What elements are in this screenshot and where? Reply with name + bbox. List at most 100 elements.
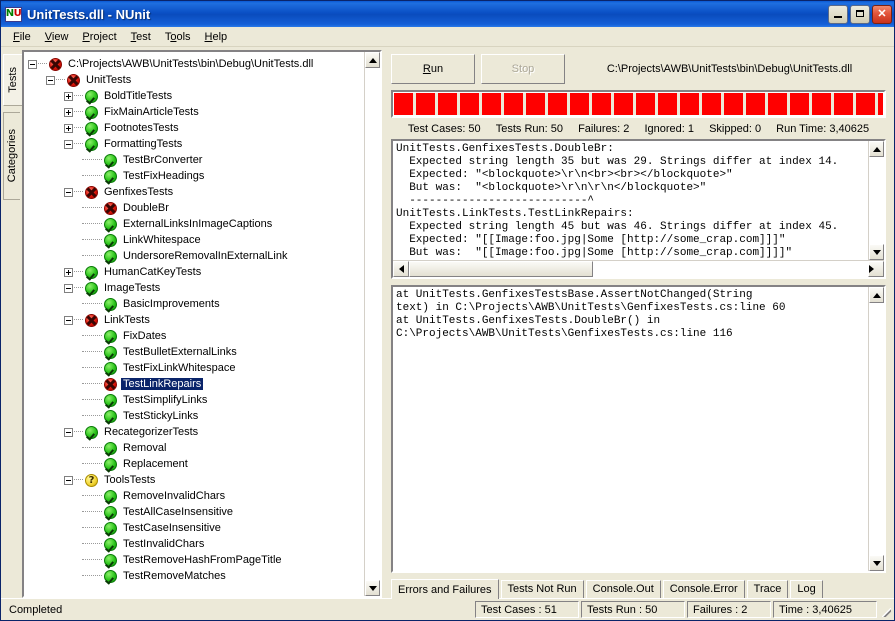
- test-tree[interactable]: C:\Projects\AWB\UnitTests\bin\Debug\Unit…: [24, 52, 364, 596]
- tree-node[interactable]: GenfixesTests: [28, 184, 364, 200]
- tree-node[interactable]: TestFixHeadings: [28, 168, 364, 184]
- maximize-button[interactable]: [850, 4, 870, 24]
- tree-node[interactable]: FixMainArticleTests: [28, 104, 364, 120]
- result-tab[interactable]: Console.Out: [585, 580, 661, 598]
- expand-icon[interactable]: [64, 267, 73, 277]
- close-button[interactable]: ✕: [872, 4, 892, 24]
- tree-node[interactable]: RemoveInvalidChars: [28, 488, 364, 504]
- menu-test[interactable]: Test: [124, 29, 158, 45]
- tree-node[interactable]: UndersoreRemovalInExternalLink: [28, 248, 364, 264]
- collapse-icon[interactable]: [64, 187, 73, 197]
- result-tab[interactable]: Tests Not Run: [500, 580, 584, 598]
- expand-icon[interactable]: [64, 123, 73, 133]
- tree-node[interactable]: TestRemoveHashFromPageTitle: [28, 552, 364, 568]
- tree-connector: [74, 95, 83, 97]
- expand-icon[interactable]: [64, 107, 73, 117]
- trace-scroll-up-button[interactable]: [869, 287, 884, 303]
- errors-scroll-right-button[interactable]: [868, 261, 884, 277]
- test-tree-panel[interactable]: C:\Projects\AWB\UnitTests\bin\Debug\Unit…: [22, 50, 382, 598]
- result-tab[interactable]: Console.Error: [662, 580, 745, 598]
- tree-node-label: TestFixHeadings: [123, 170, 205, 182]
- result-tab[interactable]: Trace: [746, 580, 789, 598]
- tree-node[interactable]: FixDates: [28, 328, 364, 344]
- tab-categories[interactable]: Categories: [3, 112, 20, 200]
- menu-view[interactable]: View: [38, 29, 76, 45]
- test-passed-icon: [104, 361, 117, 375]
- collapse-icon[interactable]: [64, 139, 73, 149]
- result-tab[interactable]: Errors and Failures: [391, 579, 499, 599]
- tree-node[interactable]: BoldTitleTests: [28, 88, 364, 104]
- tree-node[interactable]: UnitTests: [28, 72, 364, 88]
- tree-node[interactable]: C:\Projects\AWB\UnitTests\bin\Debug\Unit…: [28, 56, 364, 72]
- errors-horizontal-scrollbar[interactable]: [393, 260, 884, 277]
- trace-scroll-down-button[interactable]: [869, 555, 884, 571]
- errors-scroll-left-button[interactable]: [393, 261, 409, 277]
- tree-node[interactable]: TestFixLinkWhitespace: [28, 360, 364, 376]
- collapse-icon[interactable]: [64, 427, 73, 437]
- tree-node[interactable]: BasicImprovements: [28, 296, 364, 312]
- tree-node[interactable]: ? ToolsTests: [28, 472, 364, 488]
- tree-node[interactable]: ImageTests: [28, 280, 364, 296]
- tree-node[interactable]: TestRemoveMatches: [28, 568, 364, 584]
- tree-node[interactable]: FootnotesTests: [28, 120, 364, 136]
- errors-scroll-down-button[interactable]: [869, 244, 884, 260]
- stack-trace-panel[interactable]: at UnitTests.GenfixesTestsBase.AssertNot…: [391, 285, 886, 573]
- tree-node[interactable]: TestInvalidChars: [28, 536, 364, 552]
- tree-node[interactable]: HumanCatKeyTests: [28, 264, 364, 280]
- tree-node-label: TestBulletExternalLinks: [123, 346, 237, 358]
- errors-hscroll-track[interactable]: [409, 261, 868, 277]
- menu-file-label: ile: [19, 30, 31, 43]
- stat-tests-run: Tests Run: 50: [495, 123, 563, 135]
- errors-vertical-scrollbar[interactable]: [868, 141, 884, 260]
- tree-node[interactable]: LinkWhitespace: [28, 232, 364, 248]
- tree-node-label: FootnotesTests: [104, 122, 179, 134]
- tree-node[interactable]: TestAllCaseInsensitive: [28, 504, 364, 520]
- trace-vertical-scrollbar[interactable]: [868, 287, 884, 571]
- test-passed-icon: [104, 505, 117, 519]
- collapse-icon[interactable]: [64, 283, 73, 293]
- tree-connector: [82, 415, 102, 417]
- tree-connector: [82, 383, 102, 385]
- menu-file[interactable]: File: [6, 29, 38, 45]
- menu-tools[interactable]: Tools: [158, 29, 198, 45]
- tree-node[interactable]: FormattingTests: [28, 136, 364, 152]
- tree-connector: [82, 399, 102, 401]
- tree-connector: [82, 559, 102, 561]
- errors-scroll-up-button[interactable]: [869, 141, 884, 157]
- minimize-button[interactable]: [828, 4, 848, 24]
- resize-grip[interactable]: [877, 601, 892, 618]
- test-passed-icon: [104, 329, 117, 343]
- tree-node[interactable]: TestBrConverter: [28, 152, 364, 168]
- result-tab[interactable]: Log: [790, 580, 823, 598]
- errors-hscroll-thumb[interactable]: [409, 261, 593, 277]
- status-failures: Failures : 2: [687, 601, 771, 618]
- tree-node[interactable]: DoubleBr: [28, 200, 364, 216]
- tree-node[interactable]: TestSimplifyLinks: [28, 392, 364, 408]
- tree-node[interactable]: RecategorizerTests: [28, 424, 364, 440]
- result-tab-strip[interactable]: Errors and Failures Tests Not Run Console.…: [387, 576, 890, 599]
- tree-node[interactable]: TestBulletExternalLinks: [28, 344, 364, 360]
- tree-scroll-up-button[interactable]: [365, 52, 380, 68]
- collapse-icon[interactable]: [64, 315, 73, 325]
- menu-help[interactable]: Help: [198, 29, 235, 45]
- collapse-icon[interactable]: [46, 75, 55, 85]
- progress-bar: [391, 90, 886, 118]
- run-button[interactable]: Run: [391, 54, 475, 84]
- tree-node-label: UnitTests: [86, 74, 132, 86]
- tree-scroll-down-button[interactable]: [365, 580, 380, 596]
- collapse-icon[interactable]: [28, 59, 37, 69]
- tree-node[interactable]: Removal: [28, 440, 364, 456]
- tree-node[interactable]: ExternalLinksInImageCaptions: [28, 216, 364, 232]
- tab-tests[interactable]: Tests: [3, 54, 22, 106]
- tree-node[interactable]: TestLinkRepairs: [28, 376, 364, 392]
- collapse-icon[interactable]: [64, 475, 73, 485]
- tree-vertical-scrollbar[interactable]: [364, 52, 380, 596]
- tree-node[interactable]: TestCaseInsensitive: [28, 520, 364, 536]
- tree-node[interactable]: TestStickyLinks: [28, 408, 364, 424]
- menu-project[interactable]: Project: [75, 29, 123, 45]
- errors-and-failures-panel[interactable]: UnitTests.GenfixesTests.DoubleBr: Expect…: [391, 139, 886, 279]
- expand-icon[interactable]: [64, 91, 73, 101]
- result-tab-label: Log: [797, 583, 816, 595]
- tree-node[interactable]: Replacement: [28, 456, 364, 472]
- tree-node[interactable]: LinkTests: [28, 312, 364, 328]
